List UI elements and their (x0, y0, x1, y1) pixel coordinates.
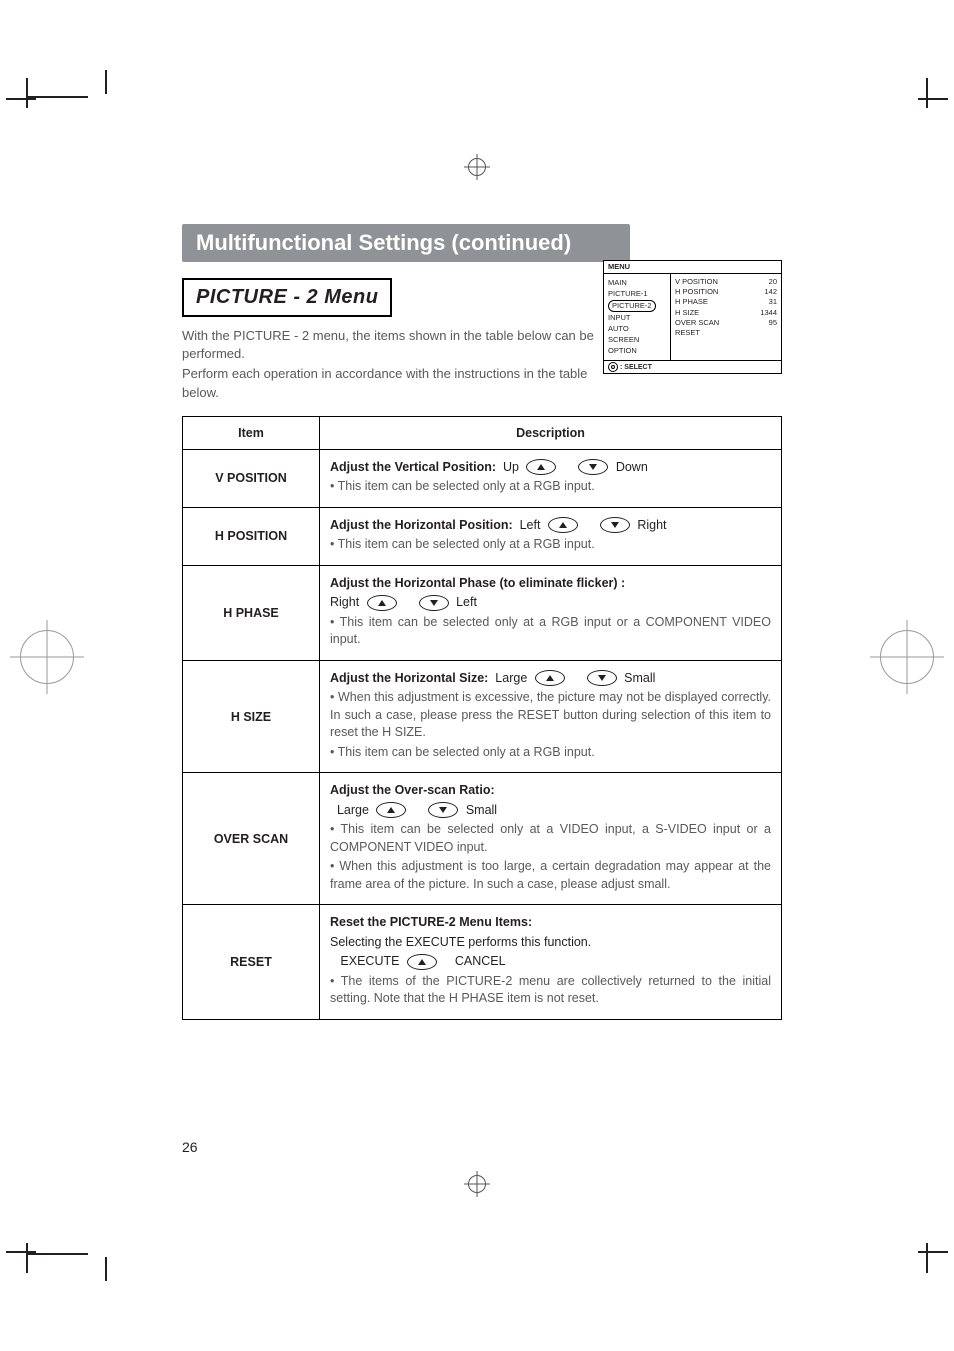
section-title: PICTURE - 2 Menu (182, 278, 392, 317)
table-row: H SIZE Adjust the Horizontal Size: Large… (183, 660, 782, 773)
row-desc: Adjust the Horizontal Phase (to eliminat… (320, 565, 782, 660)
row-desc: Reset the PICTURE-2 Menu Items: Selectin… (320, 905, 782, 1020)
osd-tab: INPUT (608, 313, 666, 324)
down-icon (600, 517, 630, 533)
osd-item-label: H SIZE (675, 308, 699, 318)
osd-tab: PICTURE-1 (608, 288, 666, 299)
table-row: OVER SCAN Adjust the Over-scan Ratio: La… (183, 773, 782, 905)
osd-tab-selected: PICTURE-2 (608, 300, 656, 312)
up-icon (535, 670, 565, 686)
up-icon (367, 595, 397, 611)
osd-right-column: V POSITION 20 H POSITION 142 H PHASE 31 H S… (671, 274, 781, 360)
osd-item-label: RESET (675, 328, 700, 338)
up-icon (376, 802, 406, 818)
osd-item-value: 31 (769, 297, 777, 307)
intro-text: With the PICTURE - 2 menu, the items sho… (182, 327, 597, 402)
up-icon (548, 517, 578, 533)
row-label: H PHASE (183, 565, 320, 660)
row-desc: Adjust the Over-scan Ratio: Large Small … (320, 773, 782, 905)
row-label: V POSITION (183, 449, 320, 507)
ring-icon (608, 362, 618, 372)
down-icon (419, 595, 449, 611)
row-desc: Adjust the Horizontal Size: Large Small … (320, 660, 782, 773)
osd-item-label: H POSITION (675, 287, 718, 297)
row-label: H SIZE (183, 660, 320, 773)
osd-tab: OPTION (608, 346, 666, 357)
row-label: OVER SCAN (183, 773, 320, 905)
row-desc: Adjust the Vertical Position: Up Down • … (320, 449, 782, 507)
osd-item-value: 20 (769, 277, 777, 287)
down-icon (428, 802, 458, 818)
table-row: H POSITION Adjust the Horizontal Positio… (183, 507, 782, 565)
spec-table: Item Description V POSITION Adjust the V… (182, 416, 782, 1020)
down-icon (587, 670, 617, 686)
osd-item-label: V POSITION (675, 277, 718, 287)
osd-item-value: 142 (764, 287, 777, 297)
osd-panel: MENU MAIN PICTURE-1 PICTURE-2 INPUT AUTO… (603, 260, 782, 374)
up-icon (407, 954, 437, 970)
osd-item-label: OVER SCAN (675, 318, 719, 328)
osd-item-value: 95 (769, 318, 777, 328)
section-banner: Multifunctional Settings (continued) (182, 224, 630, 262)
osd-footer: : SELECT (604, 360, 781, 373)
col-item: Item (183, 416, 320, 449)
row-label: H POSITION (183, 507, 320, 565)
table-row: H PHASE Adjust the Horizontal Phase (to … (183, 565, 782, 660)
up-icon (526, 459, 556, 475)
down-icon (578, 459, 608, 475)
osd-tab: MAIN (608, 277, 666, 288)
row-label: RESET (183, 905, 320, 1020)
osd-tab: AUTO (608, 324, 666, 335)
osd-tab: SCREEN (608, 335, 666, 346)
page-number: 26 (182, 1139, 198, 1155)
osd-title: MENU (604, 261, 781, 274)
osd-left-column: MAIN PICTURE-1 PICTURE-2 INPUT AUTO SCRE… (604, 274, 671, 360)
osd-item-label: H PHASE (675, 297, 708, 307)
table-row: RESET Reset the PICTURE-2 Menu Items: Se… (183, 905, 782, 1020)
col-description: Description (320, 416, 782, 449)
row-desc: Adjust the Horizontal Position: Left Rig… (320, 507, 782, 565)
osd-item-value: 1344 (760, 308, 777, 318)
table-row: V POSITION Adjust the Vertical Position:… (183, 449, 782, 507)
